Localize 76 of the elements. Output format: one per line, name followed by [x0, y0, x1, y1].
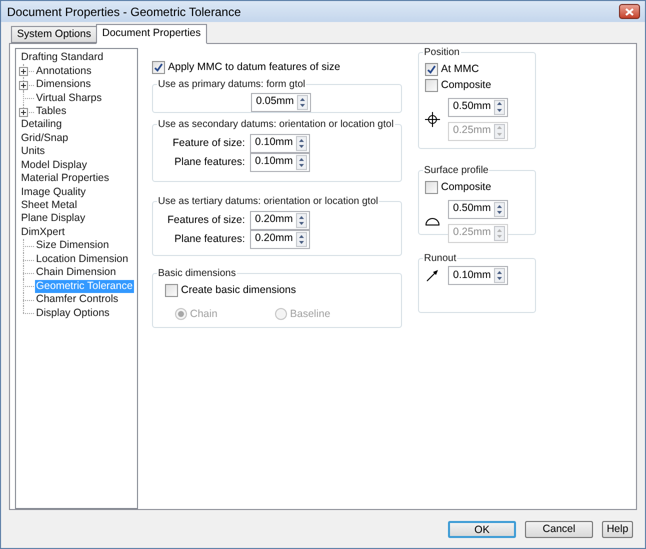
spin-box[interactable]: 0.05mm	[251, 92, 311, 112]
spin-buttons[interactable]	[296, 232, 307, 247]
spin-buttons	[494, 226, 505, 241]
checkbox[interactable]	[425, 63, 438, 76]
tree-item[interactable]: Units	[20, 145, 46, 158]
tab[interactable]: Document Properties	[96, 24, 207, 44]
group-label: Use as secondary datums: orientation or location gtol	[157, 118, 395, 132]
field-label: Plane features:	[173, 232, 245, 246]
crosshair-icon	[425, 112, 440, 126]
group-label: Basic dimensions	[157, 266, 237, 281]
spin-box: 0.25mm	[448, 122, 508, 140]
spin-box[interactable]: 0.50mm	[448, 200, 508, 219]
tree-item[interactable]: Size Dimension	[35, 239, 110, 252]
spin-box: 0.25mm	[448, 224, 508, 243]
checkbox-label: Create basic dimensions	[181, 282, 296, 298]
tree-item[interactable]: Image Quality	[20, 186, 87, 199]
tree-item[interactable]: Display Options	[35, 306, 111, 320]
tree-item[interactable]: Tables	[35, 104, 68, 118]
spin-buttons[interactable]	[494, 202, 505, 217]
expand-toggle[interactable]	[19, 67, 28, 76]
checkbox[interactable]	[425, 79, 438, 92]
field-label: Feature of size:	[172, 136, 245, 150]
tree-item[interactable]: Chamfer Controls	[35, 293, 120, 306]
window-title: Document Properties - Geometric Tolerance	[7, 4, 241, 20]
tree-item[interactable]: Annotations	[35, 64, 92, 78]
spin-buttons[interactable]	[494, 100, 505, 114]
spin-buttons[interactable]	[296, 136, 307, 151]
arc-icon	[425, 216, 440, 226]
tree-item[interactable]: Plane Display	[20, 212, 86, 226]
checkbox-label: Composite	[441, 180, 492, 195]
spin-buttons[interactable]	[296, 212, 307, 228]
tree-item[interactable]: Model Display	[20, 158, 88, 172]
group-label: Use as tertiary datums: orientation or location gtol	[157, 194, 380, 209]
checkbox-label: Composite	[441, 78, 492, 93]
close-icon	[625, 8, 634, 16]
expand-toggle[interactable]	[19, 108, 28, 117]
field-label: Features of size:	[166, 213, 245, 228]
dialog-button[interactable]: OK	[448, 521, 516, 538]
tree-item[interactable]: Grid/Snap	[20, 132, 70, 145]
spin-box[interactable]: 0.10mm	[448, 266, 508, 285]
spin-box[interactable]: 0.20mm	[250, 230, 310, 249]
group-label: Surface profile	[423, 164, 490, 178]
spin-buttons[interactable]	[297, 94, 308, 110]
spin-box[interactable]: 0.10mm	[250, 134, 310, 153]
dialog-button[interactable]: Help	[602, 521, 633, 538]
checkbox[interactable]	[165, 284, 178, 298]
spin-buttons	[494, 124, 505, 138]
arrow-icon	[426, 269, 439, 282]
tree-item[interactable]: DimXpert	[20, 226, 66, 239]
tree-item[interactable]: Dimensions	[35, 78, 92, 92]
checkbox-label: Apply MMC to datum features of size	[168, 60, 340, 75]
tree-item[interactable]: Chain Dimension	[35, 266, 117, 280]
dialog-button[interactable]: Cancel	[525, 521, 593, 538]
close-button[interactable]	[619, 4, 640, 19]
group-label: Use as primary datums: form gtol	[157, 78, 306, 92]
radio-label: Chain	[190, 306, 218, 322]
radio-label: Baseline	[290, 306, 330, 322]
tree-item[interactable]: Drafting Standard	[20, 51, 104, 64]
tab[interactable]: System Options	[11, 26, 96, 43]
tree-item[interactable]: Location Dimension	[35, 252, 130, 266]
group-label: Position	[423, 46, 461, 60]
checkbox-label: At MMC	[441, 62, 479, 77]
expand-toggle[interactable]	[19, 80, 28, 90]
tree-item[interactable]: Material Properties	[20, 172, 110, 186]
spin-box[interactable]: 0.10mm	[250, 152, 310, 172]
spin-box[interactable]: 0.20mm	[250, 210, 310, 230]
group-label: Runout	[423, 252, 458, 266]
tree-item[interactable]: Sheet Metal	[20, 199, 78, 212]
spin-buttons[interactable]	[494, 268, 505, 283]
field-label: Plane features:	[173, 155, 245, 170]
checkbox[interactable]	[152, 61, 165, 74]
spin-box[interactable]: 0.50mm	[448, 98, 508, 116]
tree-item[interactable]: Detailing	[20, 118, 63, 132]
checkbox[interactable]	[425, 181, 438, 194]
spin-buttons[interactable]	[296, 154, 307, 170]
tree-item[interactable]: Virtual Sharps	[35, 92, 103, 105]
